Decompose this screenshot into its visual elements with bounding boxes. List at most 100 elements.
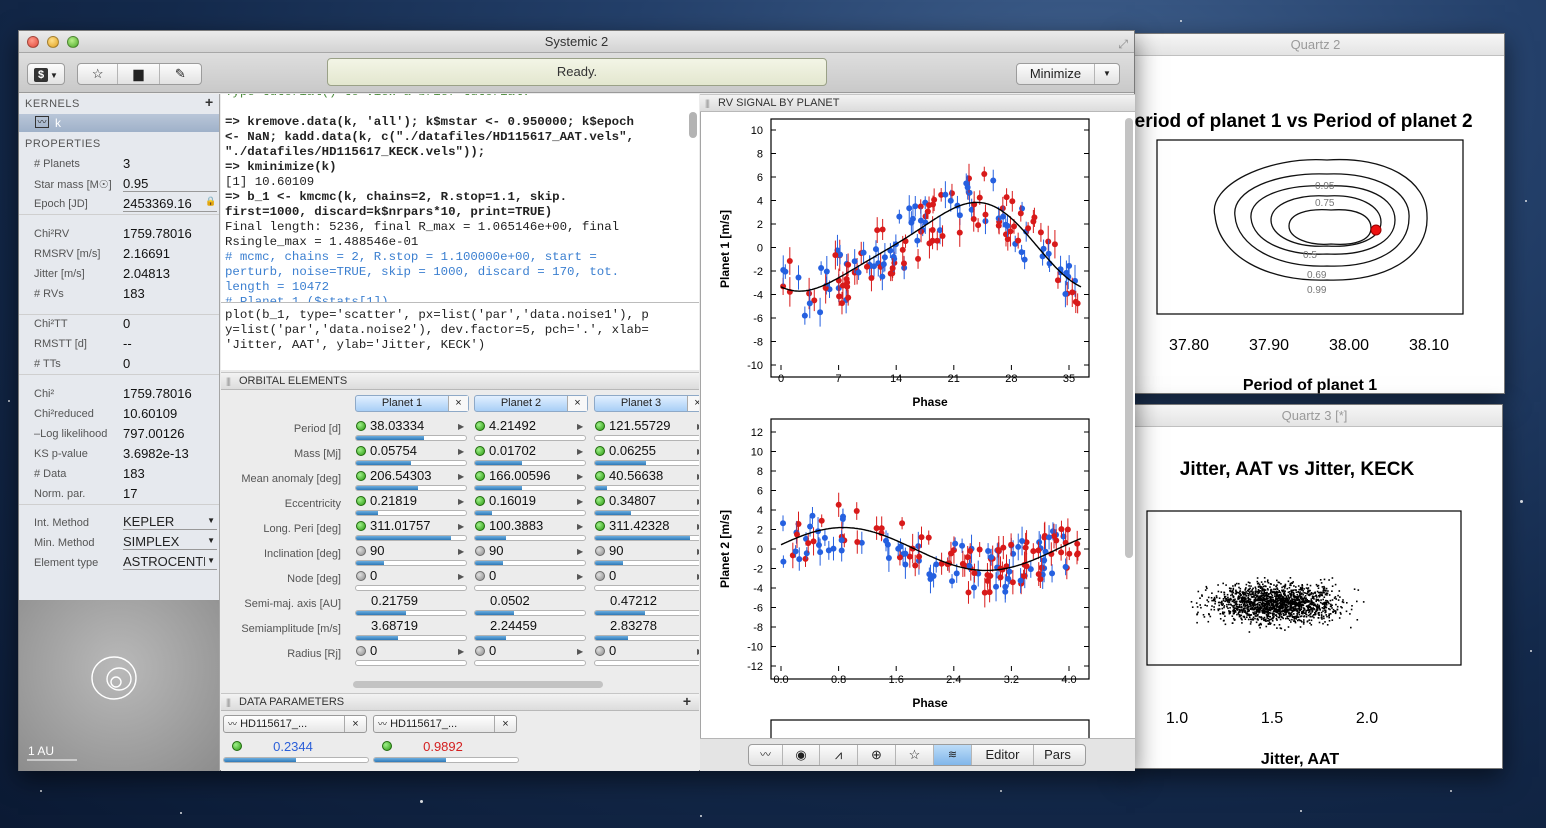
fit-toggle-icon[interactable] [356, 496, 366, 506]
orbital-slider[interactable] [474, 560, 586, 566]
close-button[interactable] [27, 36, 39, 48]
orbital-value[interactable]: 90 [355, 543, 459, 559]
play-arrow-icon[interactable]: ▶ [577, 547, 583, 556]
play-arrow-icon[interactable]: ▶ [458, 447, 464, 456]
fullscreen-icon[interactable]: ⤢ [1118, 33, 1128, 55]
fit-toggle-icon[interactable] [475, 546, 485, 556]
fit-toggle-icon[interactable] [595, 646, 605, 656]
orbital-value[interactable]: 0.05754 [355, 443, 459, 459]
orbital-value[interactable]: 90 [594, 543, 698, 559]
dataset-tab[interactable]: 〰 HD115617_... × [223, 715, 367, 733]
fit-toggle-icon[interactable] [356, 421, 366, 431]
play-arrow-icon[interactable]: ▶ [577, 572, 583, 581]
quartz2-titlebar[interactable]: Quartz 2 [1127, 34, 1504, 56]
property-value[interactable]: 2453369.16 [123, 196, 217, 212]
orbital-value[interactable]: 0.0502 [474, 593, 578, 609]
orbital-value[interactable]: 0 [355, 643, 459, 659]
orbital-value[interactable]: 0.47212 [594, 593, 698, 609]
rv-vscrollbar[interactable] [1125, 118, 1133, 558]
lock-icon[interactable]: 🔒 [205, 196, 216, 207]
main-titlebar[interactable]: Systemic 2 ⤢ [19, 31, 1134, 53]
play-arrow-icon[interactable]: ▶ [458, 647, 464, 656]
fit-toggle-icon[interactable] [232, 741, 242, 751]
play-arrow-icon[interactable]: ▶ [697, 497, 699, 506]
orbital-slider[interactable] [474, 585, 586, 591]
orbital-value[interactable]: 0.16019 [474, 493, 578, 509]
fit-toggle-icon[interactable] [595, 421, 605, 431]
fit-toggle-icon[interactable] [475, 571, 485, 581]
orbital-value[interactable]: 0.21819 [355, 493, 459, 509]
orbit-view[interactable]: 1 AU [19, 600, 219, 771]
dataset-slider[interactable] [373, 757, 519, 763]
planet-tab[interactable]: Planet 2 × [474, 395, 588, 412]
orbital-value[interactable]: 0 [474, 643, 578, 659]
fit-toggle-icon[interactable] [356, 521, 366, 531]
orbital-slider[interactable] [594, 535, 699, 541]
editor-tab[interactable]: Editor [972, 745, 1034, 765]
play-arrow-icon[interactable]: ▶ [697, 522, 699, 531]
fit-toggle-icon[interactable] [595, 546, 605, 556]
play-arrow-icon[interactable]: ▶ [697, 547, 699, 556]
orbital-slider[interactable] [474, 535, 586, 541]
orbital-slider[interactable] [594, 585, 699, 591]
play-arrow-icon[interactable]: ▶ [697, 472, 699, 481]
play-arrow-icon[interactable]: ▶ [458, 547, 464, 556]
add-dataset-icon[interactable]: + [683, 693, 691, 710]
orbital-slider[interactable] [355, 585, 467, 591]
kernel-menu-button[interactable]: $ ▼ [27, 63, 65, 85]
dataset-jitter-value[interactable]: 0.9892 [393, 739, 493, 754]
orbital-value[interactable]: 0.34807 [594, 493, 698, 509]
orbital-value[interactable]: 0 [355, 568, 459, 584]
orbital-value[interactable]: 166.00596 [474, 468, 578, 484]
orbital-value[interactable]: 0.06255 [594, 443, 698, 459]
orbital-slider[interactable] [594, 635, 699, 641]
orbital-value[interactable]: 0.21759 [355, 593, 459, 609]
dataset-jitter-value[interactable]: 0.2344 [243, 739, 343, 754]
orbital-value[interactable]: 3.68719 [355, 618, 459, 634]
orbital-value[interactable]: 121.55729 [594, 418, 698, 434]
orbital-slider[interactable] [594, 610, 699, 616]
orbital-slider[interactable] [474, 635, 586, 641]
fit-toggle-icon[interactable] [475, 446, 485, 456]
console-output[interactable]: Type tutorial() to view a brief tutorial… [221, 94, 699, 302]
minimize-dropdown[interactable]: Minimize ▼ [1016, 63, 1120, 85]
console-input[interactable]: plot(b_1, type='scatter', px=list('par',… [221, 302, 699, 370]
console-scrollbar[interactable] [689, 112, 697, 138]
orbital-slider[interactable] [355, 535, 467, 541]
fit-toggle-icon[interactable] [475, 496, 485, 506]
orbital-slider[interactable] [355, 635, 467, 641]
orbital-slider[interactable] [355, 485, 467, 491]
chevron-down-icon[interactable]: ▼ [1095, 64, 1119, 84]
rv-by-planet-icon[interactable]: ≋ [934, 745, 972, 765]
quartz3-titlebar[interactable]: Quartz 3 [*] [1127, 405, 1502, 427]
orbital-value[interactable]: 311.42328 [594, 518, 698, 534]
dataset-tab[interactable]: 〰 HD115617_... × [373, 715, 517, 733]
play-arrow-icon[interactable]: ▶ [697, 647, 699, 656]
orbital-value[interactable]: 0 [594, 643, 698, 659]
orbital-slider[interactable] [355, 560, 467, 566]
play-arrow-icon[interactable]: ▶ [458, 422, 464, 431]
star-icon[interactable]: ☆ [78, 64, 119, 84]
orbital-value[interactable]: 0 [474, 568, 578, 584]
orbital-value[interactable]: 0.01702 [474, 443, 578, 459]
orbit-icon[interactable]: ◉ [783, 745, 820, 765]
orbital-slider[interactable] [355, 460, 467, 466]
close-icon[interactable]: × [344, 716, 366, 732]
fit-toggle-icon[interactable] [475, 421, 485, 431]
fit-toggle-icon[interactable] [475, 521, 485, 531]
orbital-slider[interactable] [474, 460, 586, 466]
orbital-slider[interactable] [594, 660, 699, 666]
fit-toggle-icon[interactable] [595, 496, 605, 506]
orbital-slider[interactable] [474, 485, 586, 491]
minimize-label[interactable]: Minimize [1017, 64, 1095, 84]
orbital-value[interactable]: 4.21492 [474, 418, 578, 434]
orbital-slider[interactable] [594, 510, 699, 516]
orbital-value[interactable]: 0 [594, 568, 698, 584]
fit-toggle-icon[interactable] [595, 521, 605, 531]
play-arrow-icon[interactable]: ▶ [577, 472, 583, 481]
orbital-value[interactable]: 40.56638 [594, 468, 698, 484]
play-arrow-icon[interactable]: ▶ [458, 497, 464, 506]
orbital-slider[interactable] [594, 485, 699, 491]
orbital-slider[interactable] [355, 510, 467, 516]
play-arrow-icon[interactable]: ▶ [577, 647, 583, 656]
